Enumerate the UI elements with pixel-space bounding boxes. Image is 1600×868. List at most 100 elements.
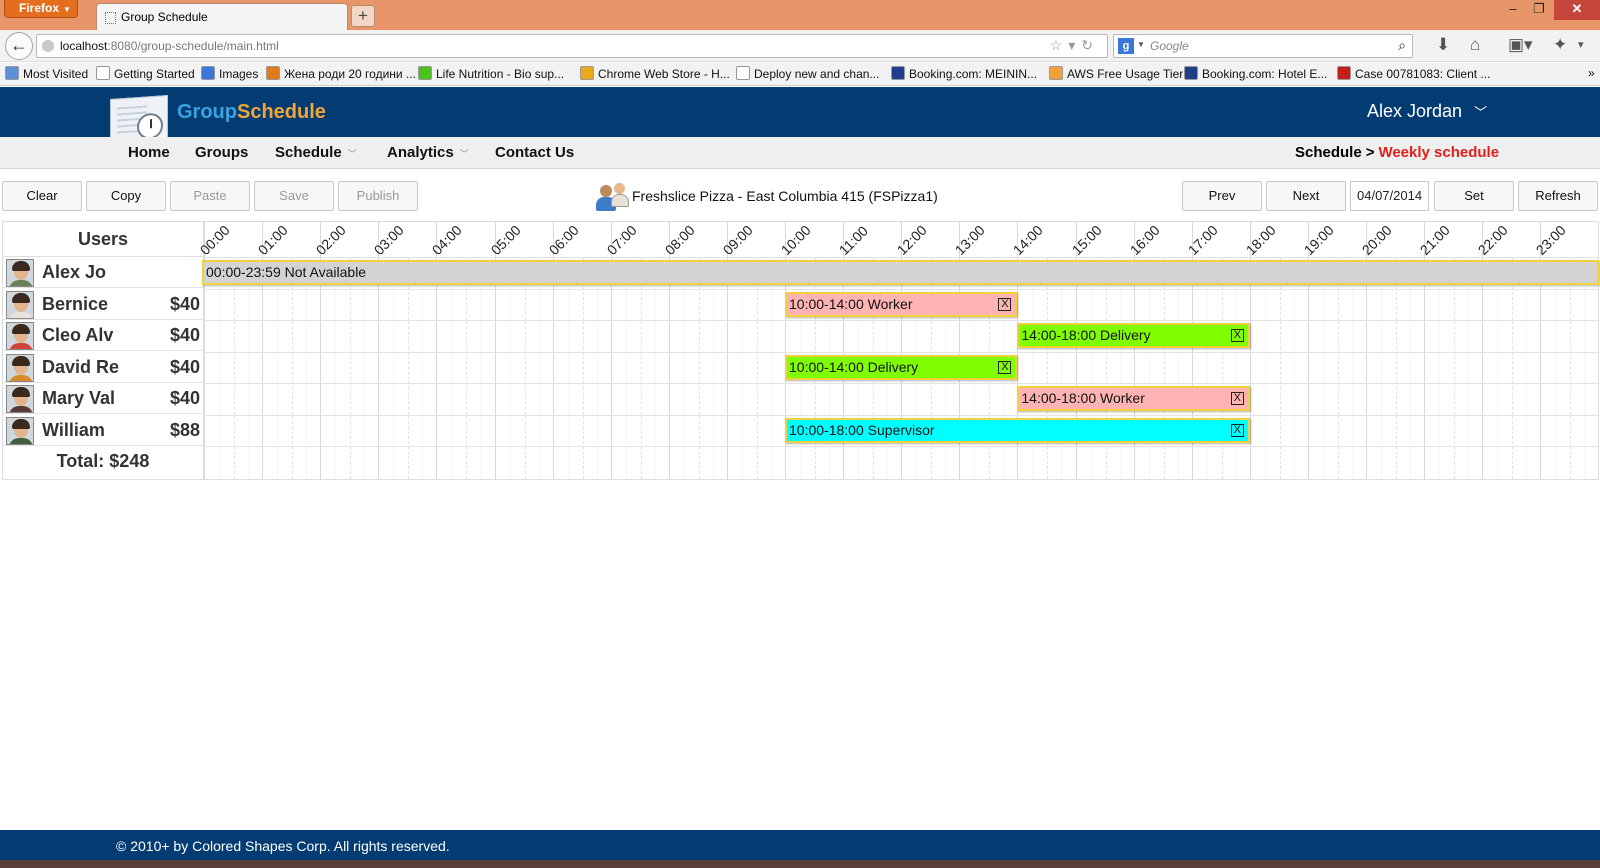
row-divider <box>204 257 1599 258</box>
shift-block[interactable]: 14:00-18:00 Worker X <box>1017 386 1250 411</box>
addon-icon[interactable]: ✦ <box>1553 35 1567 55</box>
remove-shift-icon[interactable]: X <box>998 360 1012 374</box>
next-button[interactable]: Next <box>1266 181 1346 211</box>
menu-overflow-icon[interactable]: ▾ <box>1578 38 1584 51</box>
shift-label: 10:00-14:00 Worker <box>789 295 913 312</box>
close-window-icon[interactable]: ✕ <box>1554 0 1600 20</box>
minimize-icon[interactable]: – <box>1500 0 1526 20</box>
bookmarks-overflow-icon[interactable]: » <box>1588 66 1595 80</box>
menu-groups[interactable]: Groups <box>195 144 248 161</box>
shift-block[interactable]: 10:00-14:00 Delivery X <box>785 354 1018 380</box>
publish-button[interactable]: Publish <box>338 181 418 211</box>
home-icon[interactable]: ⌂ <box>1470 35 1480 55</box>
chevron-down-icon: ﹀ <box>347 149 357 159</box>
menu-schedule[interactable]: Schedule ﹀ <box>275 144 357 161</box>
remove-shift-icon[interactable]: X <box>998 297 1012 311</box>
paste-button[interactable]: Paste <box>170 181 250 211</box>
bookmark-favicon-icon <box>5 66 19 80</box>
row-divider <box>204 383 1599 384</box>
reload-icon[interactable]: ↻ <box>1081 37 1099 53</box>
menu-contact[interactable]: Contact Us <box>495 144 574 161</box>
user-rate: $88 <box>169 419 200 440</box>
brand-part-2: Schedule <box>237 101 326 123</box>
clear-button[interactable]: Clear <box>2 181 82 211</box>
user-name: Cleo Alv <box>42 325 114 345</box>
search-bar[interactable]: g ▼ Google ⌕ <box>1113 34 1413 58</box>
bookmark-item[interactable]: Chrome Web Store - H... <box>580 66 730 81</box>
user-row[interactable]: Alex Jo <box>3 257 203 288</box>
bookmark-label: Deploy new and chan... <box>754 67 880 81</box>
remove-shift-icon[interactable]: X <box>1230 423 1244 437</box>
search-input[interactable]: Google <box>1150 39 1189 53</box>
bookmark-item[interactable]: Getting Started <box>96 66 195 81</box>
shift-block[interactable]: 14:00-18:00 Delivery X <box>1017 323 1250 348</box>
shift-block[interactable]: 00:00-23:59 Not Available <box>202 260 1599 285</box>
url-dropdown-icon[interactable]: ▾ <box>1068 37 1081 53</box>
remove-shift-icon[interactable]: X <box>1230 329 1244 342</box>
shift-block[interactable]: 10:00-18:00 Supervisor X <box>785 417 1250 443</box>
bookmark-item[interactable]: Life Nutrition - Bio sup... <box>418 66 564 81</box>
firefox-menu-button[interactable]: Firefox ▼ <box>4 0 78 18</box>
copy-button[interactable]: Copy <box>86 181 166 211</box>
bookmark-item[interactable]: Deploy new and chan... <box>736 66 879 81</box>
back-arrow-icon[interactable]: ← <box>5 32 33 60</box>
breadcrumb-root[interactable]: Schedule <box>1295 144 1362 161</box>
browser-tab-active[interactable]: Group Schedule <box>96 3 348 30</box>
bookmark-favicon-icon <box>891 66 905 80</box>
bookmark-item[interactable]: Booking.com: MEININ... <box>891 66 1037 81</box>
set-button[interactable]: Set <box>1434 181 1514 211</box>
bookmark-favicon-icon <box>1337 66 1351 80</box>
menu-home[interactable]: Home <box>128 144 170 161</box>
user-row[interactable]: William $88 <box>3 415 203 446</box>
users-column: Users Alex Jo Bernice $40 Cleo Alv $40 David … <box>3 222 204 479</box>
bookmark-label: Booking.com: Hotel E... <box>1202 67 1328 81</box>
brand-logo[interactable]: GroupSchedule <box>177 101 326 124</box>
bookmark-item[interactable]: AWS Free Usage Tier <box>1049 66 1183 81</box>
user-name: Alex Jo <box>42 262 107 282</box>
engine-dropdown-icon[interactable]: ▼ <box>1137 40 1145 49</box>
url-bar-icons: ☆▾↻ <box>1050 37 1099 54</box>
bookmark-favicon-icon <box>201 66 215 80</box>
refresh-button[interactable]: Refresh <box>1518 181 1598 211</box>
user-row[interactable]: Cleo Alv $40 <box>3 320 203 351</box>
bookmark-item[interactable]: Case 00781083: Client ... <box>1337 66 1490 81</box>
bookmark-item[interactable]: Booking.com: Hotel E... <box>1184 66 1327 81</box>
timeline[interactable]: 00:00 01:00 02:00 03:00 04:00 05:00 06:00 07:00… <box>197 222 1599 479</box>
menu-analytics[interactable]: Analytics ﹀ <box>387 144 469 161</box>
menu-home-label: Home <box>128 144 170 161</box>
bookmark-label: Images <box>219 67 259 81</box>
date-input[interactable]: 04/07/2014 <box>1350 181 1429 211</box>
restore-icon[interactable]: ❐ <box>1526 0 1552 20</box>
user-row[interactable]: Bernice $40 <box>3 289 203 320</box>
user-menu[interactable]: Alex Jordan ﹀ <box>1367 101 1487 122</box>
bookmark-star-icon[interactable]: ☆ <box>1050 37 1069 53</box>
bookmark-favicon-icon <box>736 66 750 80</box>
google-engine-icon[interactable]: g <box>1118 38 1134 54</box>
brand-part-1: Group <box>177 101 237 123</box>
site-identity-icon[interactable] <box>42 40 54 52</box>
url-bar[interactable]: localhost:8080/group-schedule/main.html … <box>36 34 1108 58</box>
bookmark-item[interactable]: Most Visited <box>5 66 88 81</box>
row-divider <box>204 414 1599 416</box>
user-row[interactable]: David Re $40 <box>3 352 203 383</box>
bookmarks-menu-icon[interactable]: ▣▾ <box>1508 35 1533 55</box>
user-avatar <box>6 259 34 287</box>
user-name: Mary Val <box>42 388 116 408</box>
bookmark-item[interactable]: Жена роди 20 години ... <box>266 66 416 81</box>
user-avatar <box>6 353 34 382</box>
user-row[interactable]: Mary Val $40 <box>3 383 203 414</box>
new-tab-button[interactable]: + <box>351 5 375 27</box>
bookmark-item[interactable]: Images <box>201 66 258 81</box>
prev-button[interactable]: Prev <box>1182 181 1262 211</box>
breadcrumb: Schedule > Weekly schedule <box>1295 144 1499 161</box>
downloads-icon[interactable]: ⬇ <box>1436 35 1450 55</box>
search-icon[interactable]: ⌕ <box>1398 37 1406 54</box>
bookmark-favicon-icon <box>580 66 594 80</box>
shift-block[interactable]: 10:00-14:00 Worker X <box>785 291 1018 317</box>
save-button[interactable]: Save <box>254 181 334 211</box>
shift-label: 10:00-14:00 Delivery <box>789 358 919 375</box>
url-host: localhost <box>60 39 108 53</box>
row-divider <box>204 320 1599 321</box>
bookmark-favicon-icon <box>1184 66 1198 80</box>
remove-shift-icon[interactable]: X <box>1230 392 1244 405</box>
